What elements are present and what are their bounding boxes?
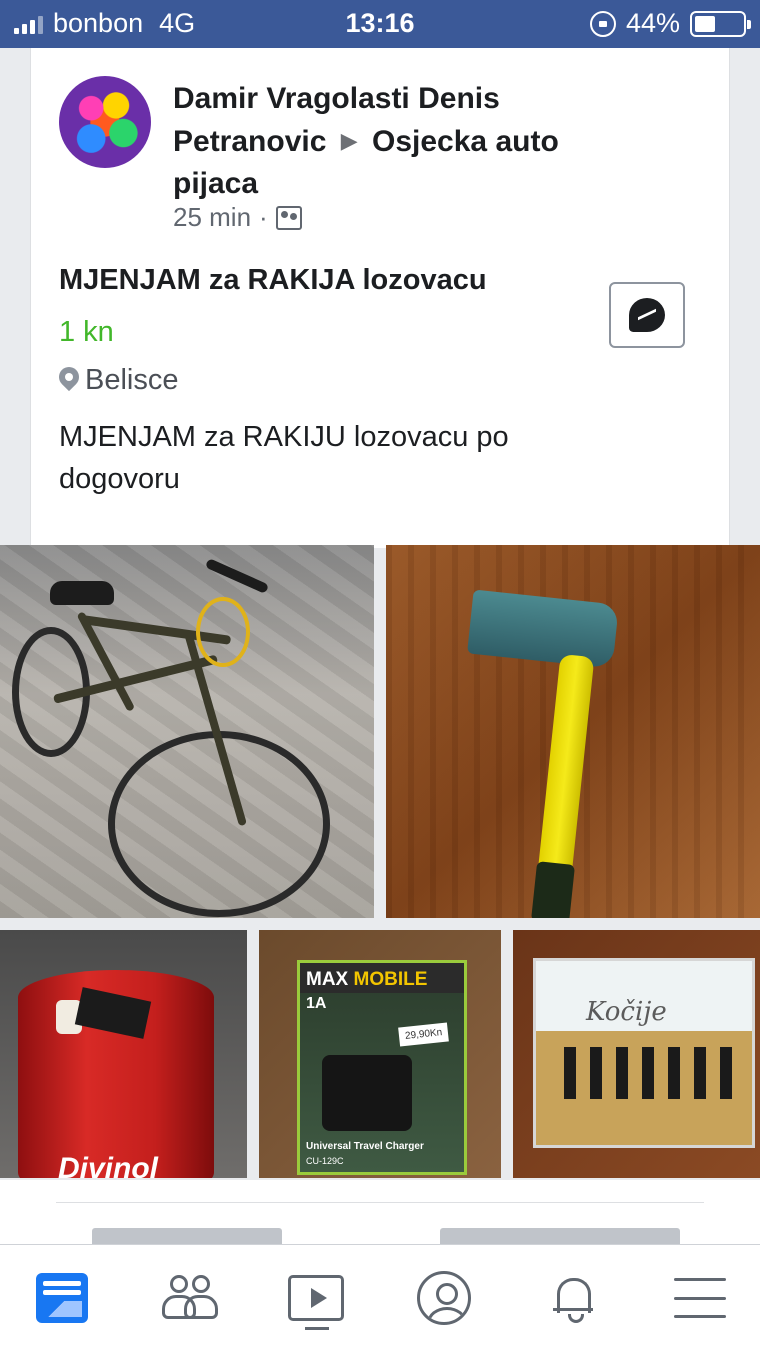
cd-title: Kočije	[586, 997, 667, 1027]
charger-brand-max: MAX	[306, 969, 349, 990]
tab-news-feed[interactable]	[32, 1269, 92, 1327]
pin-icon	[59, 367, 79, 395]
tab-groups[interactable]	[160, 1269, 220, 1327]
post-header: Damir Vragolasti Denis Petranovic ▶ Osje…	[173, 78, 643, 205]
tab-watch[interactable]	[286, 1269, 346, 1330]
tab-notifications[interactable]	[544, 1269, 604, 1327]
photo-bicycle[interactable]	[0, 545, 374, 918]
listing-description: MJENJAM za RAKIJU lozovacu po dogovoru	[59, 421, 509, 495]
photo-oil-barrel[interactable]: Divinol	[0, 930, 247, 1178]
groups-icon	[162, 1275, 218, 1321]
charger-device	[322, 1055, 412, 1131]
listing-location: Belisce	[59, 364, 179, 397]
cd-cover-band	[564, 1047, 734, 1099]
bell-icon	[553, 1274, 595, 1323]
rotation-lock-icon	[589, 10, 616, 37]
location-name: Belisce	[85, 364, 179, 396]
listing-title: MJENJAM za RAKIJA lozovacu	[59, 264, 487, 296]
arrow-right-icon: ▶	[340, 128, 358, 153]
news-feed-icon	[36, 1273, 88, 1323]
tab-profile[interactable]	[414, 1269, 474, 1327]
tab-menu[interactable]	[670, 1269, 730, 1327]
actions-divider	[56, 1202, 704, 1203]
photo-axe[interactable]	[386, 545, 760, 918]
profile-icon	[417, 1271, 471, 1325]
photo-charger[interactable]: MAX MOBILE 1A 29,90Kn Universal Travel C…	[259, 930, 501, 1178]
photo-music-cd[interactable]: Kočije	[513, 930, 760, 1178]
watch-icon	[288, 1275, 344, 1330]
group-icon	[275, 205, 302, 230]
post-card: Damir Vragolasti Denis Petranovic ▶ Osje…	[30, 48, 730, 548]
message-seller-button[interactable]	[609, 282, 685, 348]
post-meta: 25 min ·	[173, 202, 302, 233]
status-bar: bonbon 4G 13:16 44%	[0, 0, 760, 48]
menu-icon	[674, 1278, 726, 1318]
bottom-tab-bar	[0, 1244, 760, 1349]
barrel-brand: Divinol	[58, 1152, 159, 1178]
charger-amp: 1A	[306, 995, 327, 1012]
messenger-icon	[629, 298, 665, 332]
post-time[interactable]: 25 min	[173, 202, 251, 233]
charger-price-tag: 29,90Kn	[397, 1022, 449, 1047]
battery-percent: 44%	[625, 8, 680, 38]
meta-separator: ·	[259, 202, 268, 232]
battery-icon	[690, 10, 751, 37]
listing-price: 1 kn	[59, 316, 114, 348]
charger-brand-mobile: MOBILE	[353, 969, 428, 990]
post-actions	[0, 1180, 760, 1250]
charger-model: CU-129C	[306, 1156, 344, 1166]
charger-description: Universal Travel Charger	[306, 1141, 424, 1152]
avatar[interactable]	[59, 76, 151, 168]
battery-fill	[695, 15, 716, 32]
